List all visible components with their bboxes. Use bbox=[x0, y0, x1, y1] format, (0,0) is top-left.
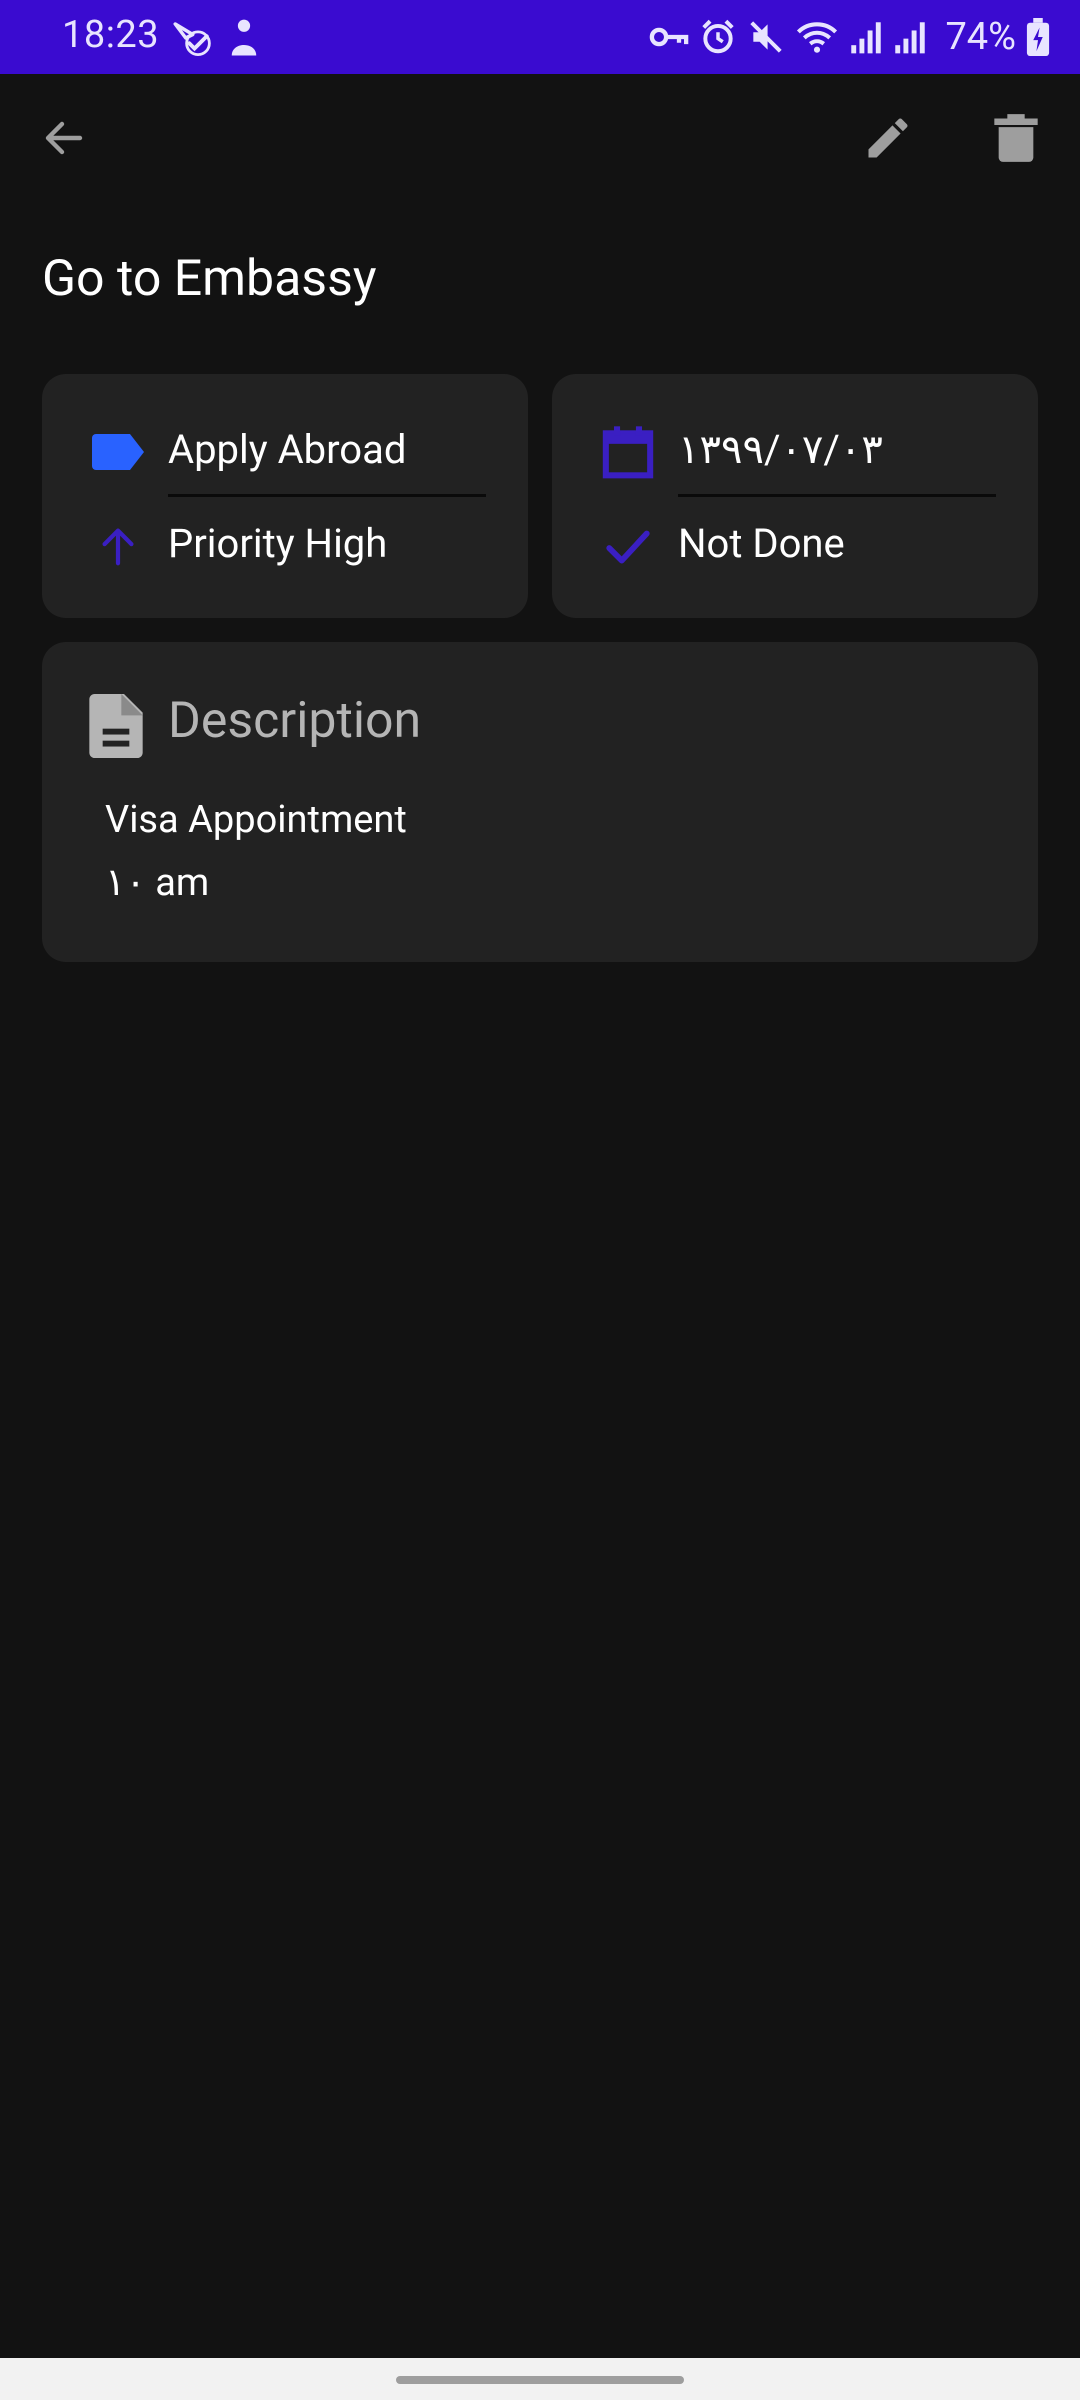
home-gesture-handle[interactable] bbox=[396, 2376, 684, 2384]
divider bbox=[168, 494, 486, 497]
category-priority-card: Apply Abroad Priority High bbox=[42, 374, 528, 618]
status-row[interactable]: Not Done bbox=[552, 506, 1038, 586]
arrow-back-icon bbox=[45, 121, 83, 155]
status-bar: 18:23 74% bbox=[0, 0, 1080, 74]
delete-button[interactable] bbox=[974, 96, 1058, 180]
wifi-icon bbox=[797, 22, 838, 53]
status-label: Not Done bbox=[678, 520, 845, 567]
share-check-icon bbox=[173, 22, 211, 57]
label-tag-icon bbox=[88, 422, 148, 482]
category-label: Apply Abroad bbox=[168, 426, 407, 473]
signal-icon bbox=[851, 22, 882, 54]
divider bbox=[678, 494, 996, 497]
check-icon bbox=[598, 516, 658, 576]
edit-button[interactable] bbox=[846, 96, 930, 180]
status-right-icons: 74% bbox=[649, 12, 1050, 62]
battery-percent: 74% bbox=[945, 15, 1016, 59]
document-icon bbox=[89, 694, 143, 758]
alarm-icon bbox=[702, 19, 735, 54]
status-time: 18:23 bbox=[62, 13, 160, 57]
battery-charging-icon bbox=[1026, 18, 1050, 56]
back-button[interactable] bbox=[22, 96, 106, 180]
date-row[interactable]: ۱۳۹۹/۰۷/۰۳ bbox=[552, 412, 1038, 492]
priority-label: Priority High bbox=[168, 520, 388, 567]
calendar-icon bbox=[598, 422, 658, 482]
vpn-key-icon bbox=[650, 27, 689, 47]
pencil-icon bbox=[868, 118, 908, 158]
status-left-icons bbox=[170, 17, 262, 59]
task-title: Go to Embassy bbox=[42, 250, 377, 308]
navigation-bar bbox=[0, 2358, 1080, 2400]
description-line: Visa Appointment bbox=[105, 798, 407, 842]
date-status-card: ۱۳۹۹/۰۷/۰۳ Not Done bbox=[552, 374, 1038, 618]
date-label: ۱۳۹۹/۰۷/۰۳ bbox=[678, 426, 883, 473]
description-card: Description Visa Appointment ۱۰ am bbox=[42, 642, 1038, 962]
category-row[interactable]: Apply Abroad bbox=[42, 412, 528, 492]
signal-icon bbox=[895, 22, 926, 54]
description-header: Description bbox=[168, 692, 422, 750]
app-bar bbox=[0, 74, 1080, 204]
trash-icon bbox=[994, 114, 1038, 162]
person-icon bbox=[231, 19, 257, 56]
description-line: ۱۰ am bbox=[105, 861, 210, 905]
priority-row[interactable]: Priority High bbox=[42, 506, 528, 586]
mute-icon bbox=[750, 21, 783, 53]
arrow-up-icon bbox=[88, 516, 148, 576]
